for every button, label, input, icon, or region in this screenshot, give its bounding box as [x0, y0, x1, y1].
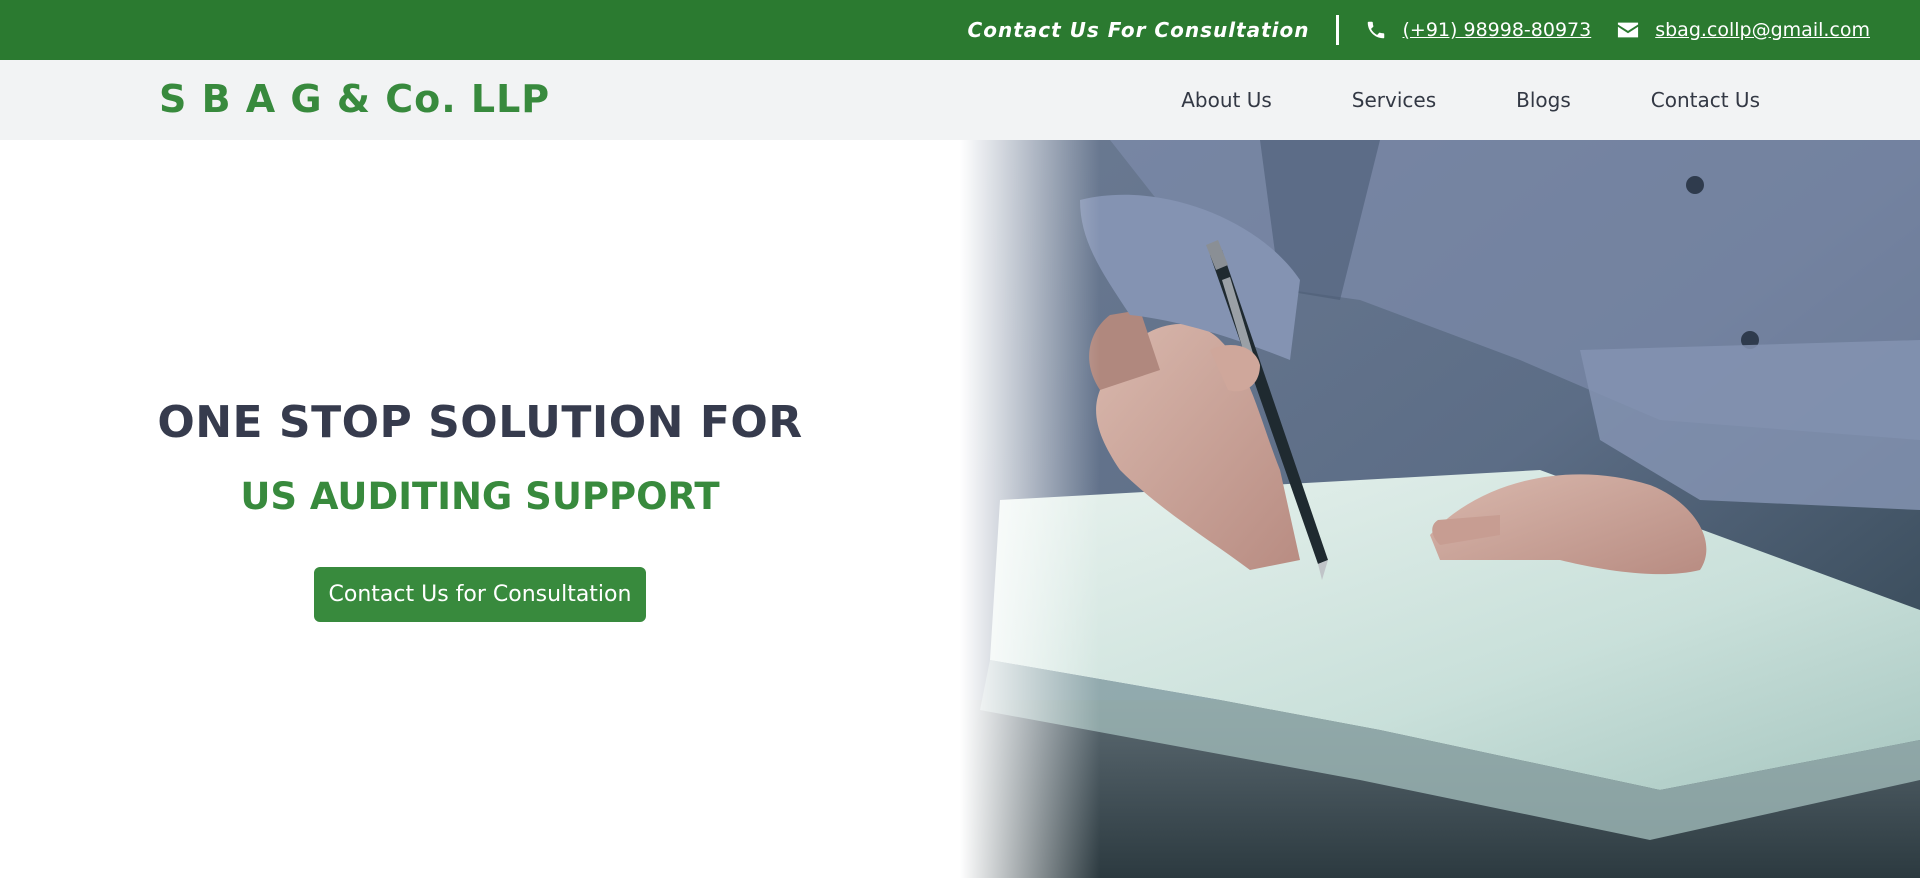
- top-contact-bar: Contact Us For Consultation (+91) 98998-…: [0, 0, 1920, 60]
- nav-links: About Us Services Blogs Contact Us: [1101, 60, 1760, 140]
- hero-section: ONE STOP SOLUTION FOR US AUDITING SUPPOR…: [0, 140, 960, 878]
- nav-blogs[interactable]: Blogs: [1516, 88, 1571, 112]
- divider: [1335, 15, 1339, 45]
- brand-logo[interactable]: S B A G & Co. LLP: [159, 77, 550, 121]
- phone-link[interactable]: (+91) 98998-80973: [1403, 19, 1592, 41]
- email-contact: sbag.collp@gmail.com: [1617, 19, 1870, 41]
- hero-subtitle: US AUDITING SUPPORT: [240, 475, 720, 518]
- envelope-icon: [1618, 22, 1639, 38]
- consultation-tagline: Contact Us For Consultation: [967, 18, 1310, 42]
- consultation-button[interactable]: Contact Us for Consultation: [314, 567, 646, 622]
- hero-photo: [960, 140, 1920, 878]
- nav-contact-us[interactable]: Contact Us: [1651, 88, 1760, 112]
- nav-services[interactable]: Services: [1352, 88, 1436, 112]
- nav-about-us[interactable]: About Us: [1181, 88, 1272, 112]
- phone-contact: (+91) 98998-80973: [1365, 19, 1592, 41]
- hero-title: ONE STOP SOLUTION FOR: [157, 397, 803, 448]
- main-navbar: S B A G & Co. LLP About Us Services Blog…: [0, 60, 1920, 140]
- email-link[interactable]: sbag.collp@gmail.com: [1655, 19, 1870, 41]
- hero-image-writing-hand: [960, 140, 1920, 878]
- phone-icon: [1367, 21, 1384, 39]
- hero-image-fade: [960, 140, 1100, 878]
